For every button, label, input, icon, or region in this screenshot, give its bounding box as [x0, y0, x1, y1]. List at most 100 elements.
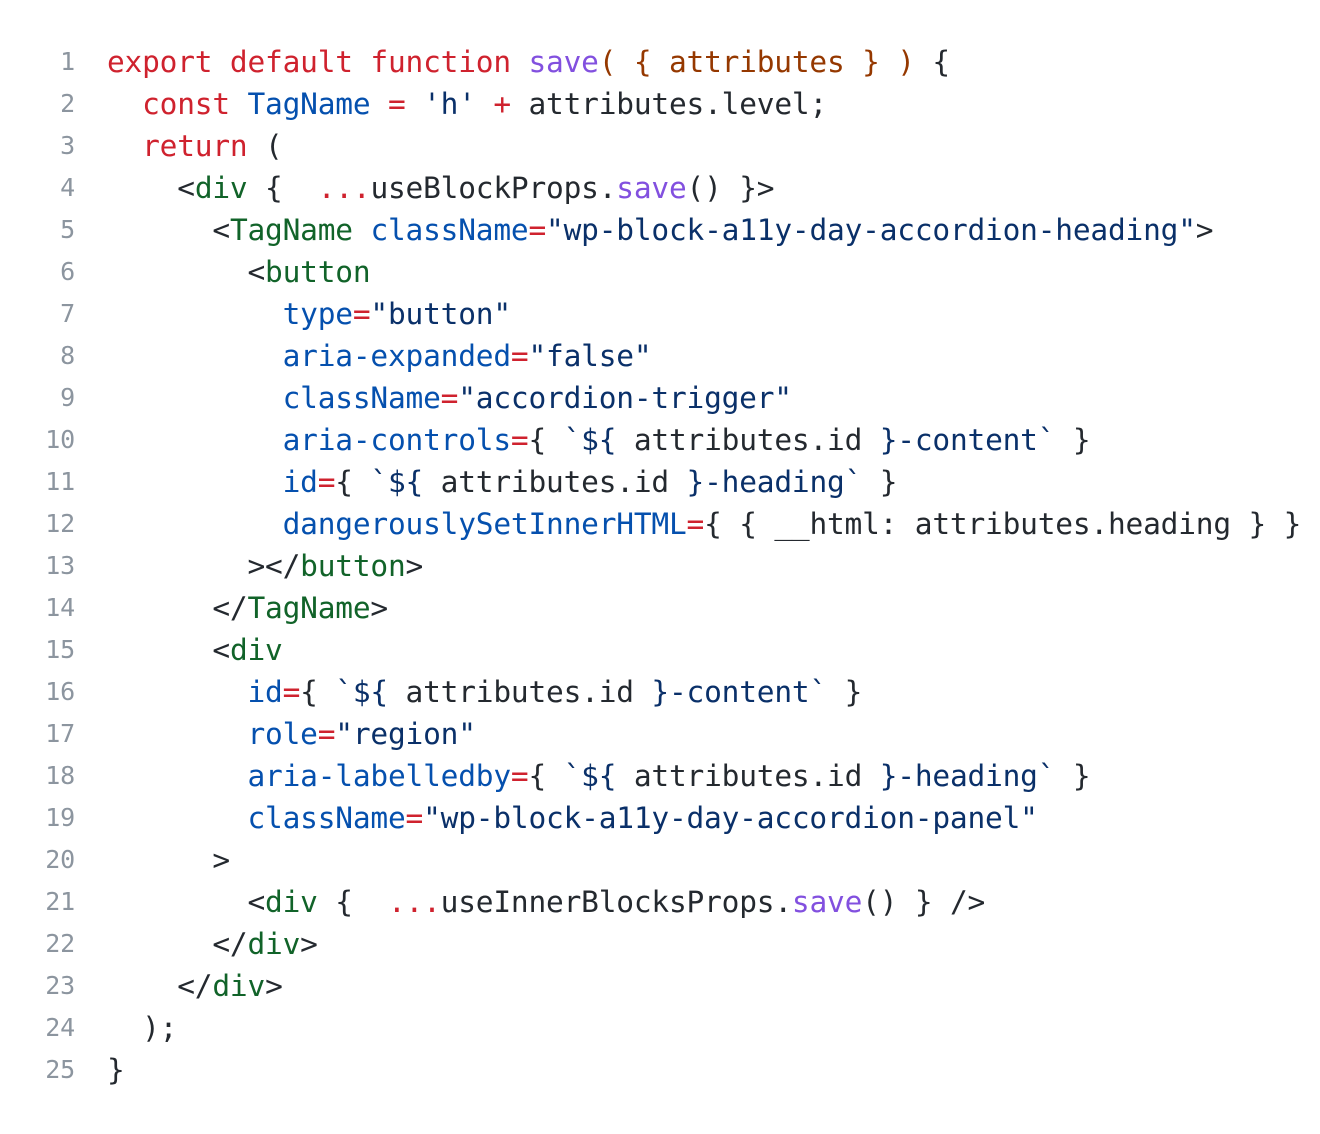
- text-token: }: [107, 1053, 125, 1087]
- code-line: 2 const TagName = 'h' + attributes.level…: [0, 83, 1320, 125]
- operator-token: =: [370, 87, 424, 121]
- code-text: </div>: [107, 965, 283, 1007]
- code-line: 15 <div: [0, 629, 1320, 671]
- text-token: }: [1055, 759, 1091, 793]
- jsx-attribute-token: aria-expanded: [282, 339, 511, 373]
- string-token: `${: [563, 759, 617, 793]
- line-number: 16: [45, 677, 75, 706]
- text-token: { { __html: attributes.heading } }: [704, 507, 1302, 541]
- line-number: 20: [45, 845, 75, 874]
- code-text: <div { ...useInnerBlocksProps.save() } /…: [107, 881, 985, 923]
- code-text: <TagName className="wp-block-a11y-day-ac…: [107, 209, 1213, 251]
- string-token: 'h': [423, 87, 476, 121]
- code-line: 3 return (: [0, 125, 1320, 167]
- text-token: {: [300, 675, 336, 709]
- text-token: {: [932, 45, 950, 79]
- text-token: <: [107, 633, 230, 667]
- text-token: (: [247, 129, 283, 163]
- jsx-tag-token: div: [247, 927, 301, 961]
- jsx-attribute-token: dangerouslySetInnerHTML: [282, 507, 687, 541]
- text-token: >: [265, 969, 283, 1003]
- code-line: 16 id={ `${ attributes.id }-content` }: [0, 671, 1320, 713]
- code-line: 4 <div { ...useBlockProps.save() }>: [0, 167, 1320, 209]
- line-number: 22: [45, 929, 75, 958]
- jsx-attribute-token: aria-labelledby: [247, 759, 511, 793]
- keyword-token: export default function: [107, 45, 529, 79]
- string-token: "wp-block-a11y-day-accordion-heading": [546, 213, 1196, 247]
- line-number: 14: [45, 593, 75, 622]
- code-line: 21 <div { ...useInnerBlocksProps.save() …: [0, 881, 1320, 923]
- operator-token: =: [317, 717, 336, 751]
- code-text: const TagName = 'h' + attributes.level;: [107, 83, 827, 125]
- line-number: 10: [45, 425, 75, 454]
- code-text: className="accordion-trigger": [107, 377, 792, 419]
- code-line: 20 >: [0, 839, 1320, 881]
- operator-token: =: [510, 339, 529, 373]
- code-text: dangerouslySetInnerHTML={ { __html: attr…: [107, 503, 1302, 545]
- text-token: >: [370, 591, 388, 625]
- code-text: aria-controls={ `${ attributes.id }-cont…: [107, 419, 1091, 461]
- string-token: `${: [563, 423, 617, 457]
- line-number: 11: [45, 467, 75, 496]
- line-number: 7: [60, 299, 75, 328]
- jsx-tag-token: TagName: [229, 213, 353, 247]
- line-number: 24: [45, 1013, 75, 1042]
- jsx-tag-token: button: [300, 549, 406, 583]
- code-text: aria-labelledby={ `${ attributes.id }-he…: [107, 755, 1090, 797]
- jsx-tag-token: div: [212, 969, 266, 1003]
- code-text: id={ `${ attributes.id }-content` }: [107, 671, 862, 713]
- text-token: attributes.id: [616, 423, 880, 457]
- operator-token: =: [317, 465, 336, 499]
- text-token: }: [827, 675, 863, 709]
- text-token: {: [317, 885, 388, 919]
- jsx-tag-token: div: [265, 885, 318, 919]
- text-token: {: [528, 759, 564, 793]
- operator-token: =: [282, 675, 301, 709]
- code-text: <div { ...useBlockProps.save() }>: [107, 167, 774, 209]
- code-line: 11 id={ `${ attributes.id }-heading` }: [0, 461, 1320, 503]
- line-number: 21: [45, 887, 75, 916]
- parameter-token: ( { attributes } ): [598, 45, 933, 79]
- operator-token: =: [440, 381, 459, 415]
- keyword-token: const: [142, 87, 248, 121]
- text-token: () } />: [862, 885, 986, 919]
- text-token: }: [862, 465, 898, 499]
- code-text: id={ `${ attributes.id }-heading` }: [107, 461, 898, 503]
- text-token: <: [107, 213, 230, 247]
- code-text: );: [107, 1007, 177, 1049]
- string-token: "region": [335, 717, 476, 751]
- line-number: 1: [60, 47, 75, 76]
- text-token: }: [1055, 423, 1091, 457]
- code-text: ></button>: [107, 545, 423, 587]
- code-text: <button: [107, 251, 370, 293]
- text-token: >: [405, 549, 424, 583]
- code-line: 13 ></button>: [0, 545, 1320, 587]
- line-number: 23: [45, 971, 75, 1000]
- code-line: 1 export default function save( { attribu…: [0, 41, 1320, 83]
- operator-token: +: [475, 87, 529, 121]
- code-line: 19 className="wp-block-a11y-day-accordio…: [0, 797, 1320, 839]
- line-number: 5: [60, 215, 75, 244]
- function-name-token: save: [528, 45, 599, 79]
- code-line: 17 role="region": [0, 713, 1320, 755]
- operator-token: =: [528, 213, 547, 247]
- operator-token: ...: [317, 171, 371, 205]
- jsx-attribute-token: role: [247, 717, 318, 751]
- line-number: 13: [45, 551, 75, 580]
- code-line: 25}: [0, 1049, 1320, 1091]
- jsx-attribute-token: id: [282, 465, 318, 499]
- function-name-token: save: [616, 171, 687, 205]
- code-line: 8 aria-expanded="false": [0, 335, 1320, 377]
- text-token: >: [107, 843, 230, 877]
- string-token: }-heading`: [686, 465, 863, 499]
- text-token: attributes.id: [387, 675, 652, 709]
- jsx-attribute-token: className: [282, 381, 441, 415]
- jsx-tag-token: div: [194, 171, 248, 205]
